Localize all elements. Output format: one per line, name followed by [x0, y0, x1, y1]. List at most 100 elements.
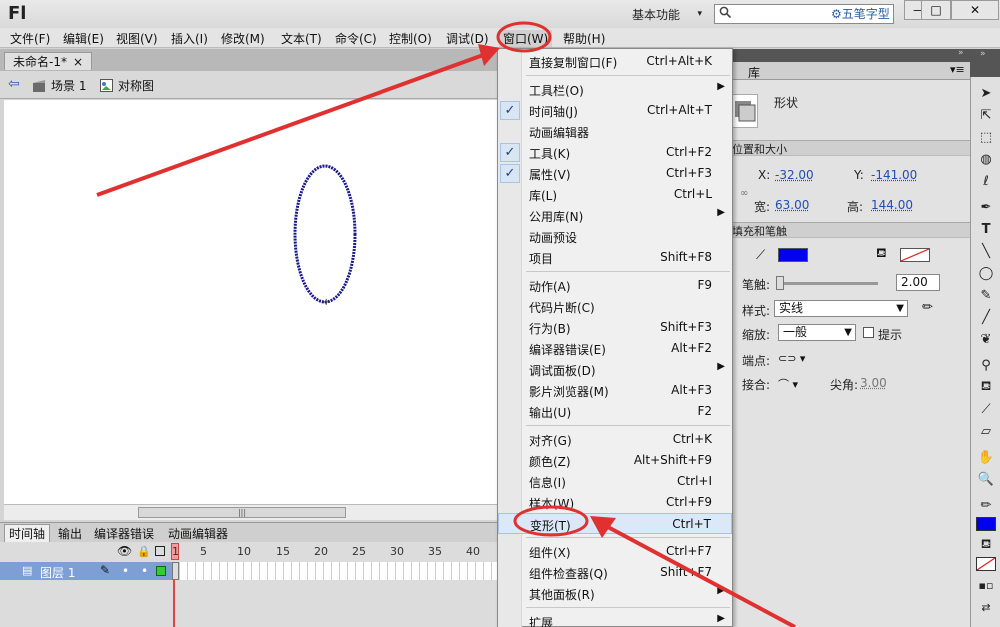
menu-item[interactable]: ✓ 时间轴(J) Ctrl+Alt+T	[498, 100, 732, 121]
menu-item[interactable]: ✓ 属性(V) Ctrl+F3	[498, 163, 732, 184]
scrollbar-thumb[interactable]: |||	[138, 507, 346, 518]
frames-track[interactable]	[172, 562, 498, 580]
line-tool[interactable]: ╲	[975, 241, 997, 261]
fill-color-swatch[interactable]	[900, 248, 930, 262]
miter-value[interactable]: 3.00	[860, 376, 887, 390]
menu-item[interactable]: 信息(I) Ctrl+I	[498, 471, 732, 492]
outline-icon[interactable]	[155, 546, 165, 556]
menu-item[interactable]: 调试面板(D) ▶	[498, 359, 732, 380]
link-icon[interactable]: ∞	[740, 188, 748, 199]
free-transform-tool[interactable]: ⬚	[975, 127, 997, 147]
lasso-tool[interactable]: ℓ	[975, 171, 997, 191]
breadcrumb-scene[interactable]: 场景 1	[32, 77, 86, 94]
menu-help[interactable]: 帮助(H)	[563, 30, 605, 47]
zoom-tool[interactable]: 🔍	[975, 469, 997, 489]
eraser-tool[interactable]: ▱	[975, 421, 997, 441]
menu-item[interactable]: 变形(T) Ctrl+T	[498, 513, 732, 534]
menu-item[interactable]: 颜色(Z) Alt+Shift+F9	[498, 450, 732, 471]
menu-view[interactable]: 视图(V)	[116, 30, 158, 47]
layer-color-swatch[interactable]	[156, 566, 166, 576]
menu-item[interactable]: 公用库(N) ▶	[498, 205, 732, 226]
menu-item[interactable]: 影片浏览器(M) Alt+F3	[498, 380, 732, 401]
back-arrow-icon[interactable]: ⇦	[8, 76, 20, 92]
layer-row[interactable]: ▤ 图层 1 ✎ • •	[0, 562, 498, 580]
y-value[interactable]: -141.00	[871, 168, 917, 182]
close-button[interactable]: ✕	[951, 0, 999, 20]
menu-item[interactable]: 输出(U) F2	[498, 401, 732, 422]
stroke-color-swatch[interactable]	[976, 517, 996, 531]
height-value[interactable]: 144.00	[871, 198, 913, 212]
stroke-color-swatch[interactable]	[778, 248, 808, 262]
stroke-slider-thumb[interactable]	[776, 276, 784, 290]
x-value[interactable]: -32.00	[775, 168, 814, 182]
menu-window[interactable]: 窗口(W)	[499, 30, 553, 47]
black-white-icon[interactable]: ▪▫	[975, 575, 997, 595]
stroke-slider-track[interactable]	[778, 282, 878, 285]
fill-color-swatch[interactable]	[976, 557, 996, 571]
menu-insert[interactable]: 插入(I)	[171, 30, 208, 47]
menu-item[interactable]: 对齐(G) Ctrl+K	[498, 429, 732, 450]
tab-compiler-errors[interactable]: 编译器错误	[90, 525, 158, 542]
visible-dot-icon[interactable]: •	[122, 564, 129, 578]
bone-tool[interactable]: ⚲	[975, 355, 997, 375]
maximize-button[interactable]: □	[921, 0, 951, 20]
swap-colors-icon[interactable]: ⇄	[975, 597, 997, 617]
menu-item[interactable]: 编译器错误(E) Alt+F2	[498, 338, 732, 359]
tab-library[interactable]: 库	[748, 64, 760, 81]
menu-item[interactable]: 动作(A) F9	[498, 275, 732, 296]
menu-modify[interactable]: 修改(M)	[221, 30, 265, 47]
eyedropper-tool[interactable]: ⟋	[975, 399, 997, 419]
fill-stroke-section[interactable]: 填充和笔触	[730, 222, 970, 238]
menu-commands[interactable]: 命令(C)	[335, 30, 377, 47]
panel-menu-icon[interactable]: ▾≡	[950, 63, 965, 76]
workspace-dropdown[interactable]: 基本功能 ▾	[626, 4, 708, 24]
lock-icon[interactable]: 🔒	[137, 545, 151, 558]
menu-text[interactable]: 文本(T)	[281, 30, 322, 47]
3d-rotation-tool[interactable]: ◍	[975, 149, 997, 169]
selection-tool[interactable]: ➤	[975, 83, 997, 103]
oval-tool[interactable]: ◯	[975, 263, 997, 283]
tab-output[interactable]: 输出	[54, 525, 86, 542]
paint-bucket-tool[interactable]: ⛾	[975, 377, 997, 397]
tab-motion-editor[interactable]: 动画编辑器	[164, 525, 232, 542]
stage-canvas[interactable]: +	[4, 100, 498, 504]
collapse-icon[interactable]: »	[980, 49, 986, 59]
deco-tool[interactable]: ❦	[975, 329, 997, 349]
menu-item[interactable]: 项目 Shift+F8	[498, 247, 732, 268]
pencil-tool[interactable]: ✎	[975, 285, 997, 305]
menu-file[interactable]: 文件(F)	[10, 30, 50, 47]
menu-item[interactable]: ✓ 工具(K) Ctrl+F2	[498, 142, 732, 163]
hand-tool[interactable]: ✋	[975, 447, 997, 467]
eye-icon[interactable]: 👁	[117, 544, 132, 558]
lock-dot-icon[interactable]: •	[141, 564, 148, 578]
horizontal-scrollbar[interactable]: |||	[4, 504, 498, 520]
close-icon[interactable]: ×	[73, 55, 83, 69]
edit-stroke-style-icon[interactable]: ✏	[922, 300, 933, 315]
menu-item[interactable]: 动画预设	[498, 226, 732, 247]
collapse-icon[interactable]: »	[958, 48, 964, 58]
tab-timeline[interactable]: 时间轴	[4, 524, 51, 543]
layer-name[interactable]: 图层 1	[40, 564, 75, 581]
keyframe[interactable]	[172, 562, 179, 580]
pen-tool[interactable]: ✒	[975, 197, 997, 217]
selected-ellipse-shape[interactable]	[293, 164, 357, 304]
document-tab[interactable]: 未命名-1* ×	[4, 52, 93, 70]
menu-item[interactable]: 扩展 ▶	[498, 611, 732, 627]
menu-control[interactable]: 控制(O)	[389, 30, 432, 47]
menu-item[interactable]: 代码片断(C)	[498, 296, 732, 317]
style-select[interactable]: 实线 ▼	[774, 300, 908, 317]
menu-item[interactable]: 直接复制窗口(F) Ctrl+Alt+K	[498, 51, 732, 72]
menu-item[interactable]: 其他面板(R) ▶	[498, 583, 732, 604]
menu-item[interactable]: 样本(W) Ctrl+F9	[498, 492, 732, 513]
menu-item[interactable]: 行为(B) Shift+F3	[498, 317, 732, 338]
menu-item[interactable]: 组件(X) Ctrl+F7	[498, 541, 732, 562]
stroke-width-input[interactable]: 2.00	[896, 274, 940, 291]
scale-select[interactable]: 一般 ▼	[778, 324, 856, 341]
width-value[interactable]: 63.00	[775, 198, 809, 212]
menu-item[interactable]: 动画编辑器	[498, 121, 732, 142]
menu-debug[interactable]: 调试(D)	[446, 30, 489, 47]
brush-tool[interactable]: ╱	[975, 307, 997, 327]
cap-select[interactable]: ⊂⊃ ▾	[778, 352, 805, 365]
subselection-tool[interactable]: ⇱	[975, 105, 997, 125]
join-select[interactable]: ⌒ ▾	[778, 376, 798, 392]
